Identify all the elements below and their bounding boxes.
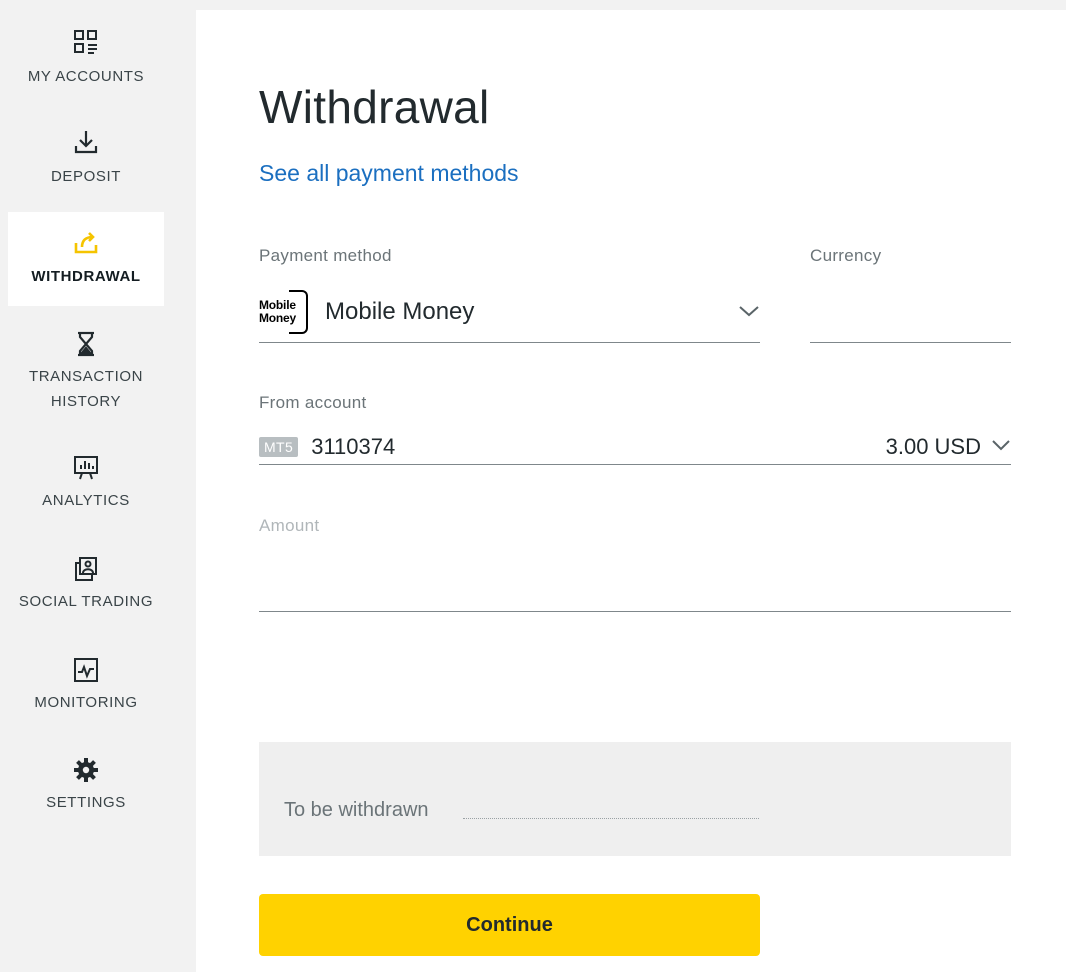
- hourglass-icon: [72, 330, 100, 358]
- presentation-chart-icon: [72, 454, 100, 482]
- social-trading-icon: [72, 555, 100, 583]
- payment-method-underline: [259, 342, 760, 343]
- sidebar-item-label: ANALYTICS: [42, 492, 130, 509]
- withdrawal-summary: To be withdrawn: [259, 742, 1011, 856]
- currency-label: Currency: [810, 246, 882, 265]
- from-account-label: From account: [259, 393, 367, 412]
- to-be-withdrawn-label: To be withdrawn: [284, 799, 429, 821]
- accounts-grid-icon: [72, 28, 100, 56]
- currency-underline: [810, 342, 1011, 343]
- sidebar-item-label: TRANSACTION HISTORY: [28, 368, 144, 410]
- mobile-money-logo: Mobile Money: [259, 289, 309, 335]
- continue-button[interactable]: Continue: [259, 894, 760, 956]
- from-account-select[interactable]: MT5 3110374 3.00 USD: [259, 430, 1011, 464]
- gear-icon: [72, 756, 100, 784]
- sidebar-item-transaction-history[interactable]: TRANSACTION HISTORY: [8, 330, 164, 420]
- chevron-down-icon: [991, 438, 1011, 456]
- amount-underline: [259, 611, 1011, 612]
- download-icon: [72, 128, 100, 156]
- payment-method-value: Mobile Money: [325, 298, 475, 325]
- page-title: Withdrawal: [259, 81, 490, 133]
- upload-share-icon: [72, 228, 100, 256]
- sidebar-item-label: DEPOSIT: [50, 168, 122, 185]
- sidebar-item-withdrawal[interactable]: WITHDRAWAL: [8, 212, 164, 306]
- currency-select[interactable]: [810, 282, 1011, 342]
- sidebar-item-label: MY ACCOUNTS: [27, 68, 145, 85]
- sidebar: MY ACCOUNTS DEPOSIT WITHDRAWAL TRANSACTI…: [0, 0, 172, 972]
- amount-label: Amount: [259, 516, 320, 535]
- payment-method-label: Payment method: [259, 246, 392, 265]
- sidebar-item-label: WITHDRAWAL: [31, 268, 141, 285]
- from-account-underline: [259, 464, 1011, 465]
- dotted-leader: [463, 818, 759, 819]
- sidebar-item-monitoring[interactable]: MONITORING: [8, 656, 164, 722]
- sidebar-item-analytics[interactable]: ANALYTICS: [8, 454, 164, 520]
- withdrawal-panel: Withdrawal See all payment methods Payme…: [196, 10, 1066, 972]
- see-all-payment-methods-link[interactable]: See all payment methods: [259, 160, 519, 187]
- pulse-monitor-icon: [72, 656, 100, 684]
- sidebar-item-deposit[interactable]: DEPOSIT: [8, 128, 164, 206]
- sidebar-item-my-accounts[interactable]: MY ACCOUNTS: [8, 28, 164, 106]
- sidebar-item-label: SOCIAL TRADING: [18, 593, 154, 610]
- payment-method-select[interactable]: Mobile Money Mobile Money: [259, 282, 760, 342]
- sidebar-item-label: SETTINGS: [46, 794, 126, 811]
- chevron-down-icon: [738, 304, 760, 323]
- sidebar-item-label: MONITORING: [34, 694, 138, 711]
- amount-input[interactable]: [259, 555, 1011, 605]
- account-number: 3110374: [311, 434, 396, 459]
- mt5-badge: MT5: [259, 437, 299, 457]
- sidebar-item-settings[interactable]: SETTINGS: [8, 756, 164, 822]
- sidebar-item-social-trading[interactable]: SOCIAL TRADING: [0, 555, 172, 621]
- account-balance: 3.00 USD: [885, 434, 981, 459]
